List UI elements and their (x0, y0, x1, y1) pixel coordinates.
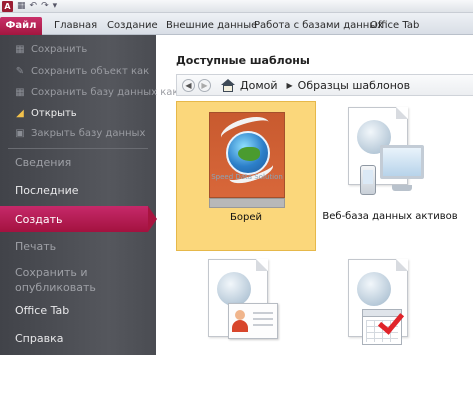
tab-file[interactable]: Файл (0, 17, 42, 35)
thumbnail-caption-strip (209, 198, 285, 208)
home-icon[interactable] (221, 78, 235, 92)
watermark-text: Speed Data Solution (211, 173, 283, 181)
save-db-icon: ▦ (15, 86, 25, 98)
sidebar-item-save[interactable]: ▦ Сохранить (0, 40, 156, 58)
tab-create[interactable]: Создание (107, 17, 158, 35)
globe-icon (357, 272, 391, 306)
sidebar-item-office-tab[interactable]: Office Tab (0, 298, 156, 322)
sidebar-item-label: Сохранить (31, 43, 88, 55)
ribbon-tabs: Файл Главная Создание Внешние данные Раб… (0, 13, 473, 35)
sidebar-item-save-db-as[interactable]: ▦ Сохранить базу данных как (0, 83, 178, 101)
template-label: Веб-база данных активов (322, 211, 458, 222)
sidebar-item-help[interactable]: Справка (0, 326, 156, 350)
sidebar-item-close-db[interactable]: ▣ Закрыть базу данных (0, 124, 156, 142)
sidebar-item-open[interactable]: ◢ Открыть (0, 104, 156, 122)
breadcrumb-current[interactable]: Образцы шаблонов (298, 79, 410, 92)
save-icon: ▦ (15, 43, 25, 55)
template-tile-assets-web-db[interactable]: Веб-база данных активов (320, 101, 460, 251)
tab-office-tab[interactable]: Office Tab (370, 17, 419, 35)
undo-icon[interactable]: ↶ (30, 1, 38, 12)
sidebar-item-new[interactable]: Создать (0, 206, 148, 232)
access-app-icon[interactable]: A (2, 1, 13, 12)
template-label: Борей (230, 212, 262, 223)
forward-arrow-icon[interactable]: ▶ (198, 78, 211, 92)
sidebar-item-save-publish[interactable]: Сохранить и опубликовать (0, 263, 120, 297)
tab-external-data[interactable]: Внешние данные (166, 17, 257, 35)
back-arrow-icon[interactable]: ◀ (182, 78, 195, 92)
sidebar-divider (8, 148, 148, 149)
redo-icon[interactable]: ↷ (41, 1, 49, 12)
customize-toolbar-icon[interactable]: ▾ (53, 1, 58, 12)
sidebar-item-print[interactable]: Печать (0, 234, 156, 258)
tab-database-tools[interactable]: Работа с базами данных (254, 17, 383, 35)
sidebar-item-label: Сохранить базу данных как (31, 86, 179, 98)
title-bar: A ▦ ↶ ↷ ▾ (0, 0, 473, 13)
breadcrumb: ◀ ▶ Домой ▶ Образцы шаблонов (176, 74, 473, 96)
borei-template-thumbnail: Speed Data Solution (209, 111, 285, 198)
template-tile-borei[interactable]: Speed Data Solution Борей (176, 101, 316, 251)
save-qat-icon[interactable]: ▦ (17, 1, 26, 12)
phone-icon (360, 165, 376, 195)
sidebar-item-label: Открыть (31, 107, 77, 119)
active-item-pointer (148, 206, 157, 232)
contact-card-icon (228, 303, 278, 339)
person-icon (235, 310, 245, 320)
monitor-stand-icon (392, 185, 412, 191)
monitor-icon (380, 145, 424, 179)
quick-access-toolbar: A ▦ ↶ ↷ ▾ (2, 1, 57, 12)
sidebar-item-info[interactable]: Сведения (0, 150, 156, 174)
folder-open-icon: ◢ (16, 107, 24, 119)
breadcrumb-separator-icon: ▶ (286, 80, 293, 90)
close-db-icon: ▣ (15, 127, 25, 139)
page-title: Доступные шаблоны (176, 54, 310, 67)
template-tile-tasks[interactable] (320, 255, 460, 405)
globe-icon (217, 272, 251, 306)
breadcrumb-home[interactable]: Домой (240, 79, 278, 92)
sidebar-item-label: Закрыть базу данных (31, 127, 146, 139)
sidebar-item-recent[interactable]: Последние (0, 178, 156, 202)
save-as-icon: ✎ (15, 65, 25, 77)
sidebar-item-label: Сохранить объект как (31, 65, 150, 77)
tab-home[interactable]: Главная (54, 17, 97, 35)
template-tile-contacts[interactable] (176, 255, 316, 405)
sidebar-item-save-object-as[interactable]: ✎ Сохранить объект как (0, 62, 156, 80)
